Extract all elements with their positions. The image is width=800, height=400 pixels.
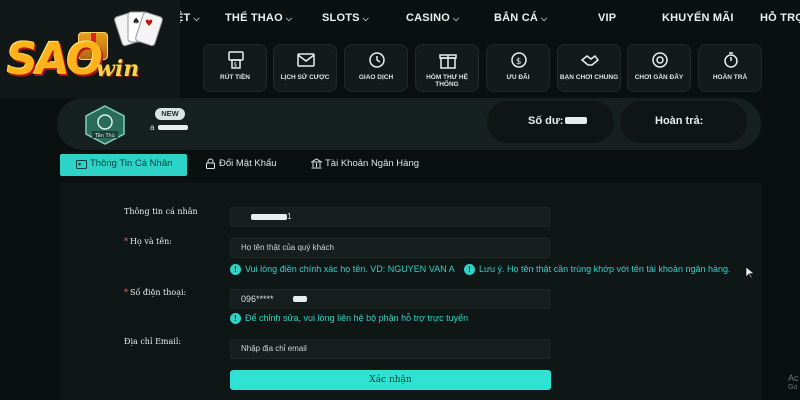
svg-text:♥: ♥	[145, 19, 153, 29]
toolbar-withdraw-button[interactable]: $ RÚT TIỀN	[203, 44, 267, 92]
nav-item-support[interactable]: HỖ TRỢ	[760, 12, 800, 24]
required-marker: *	[124, 288, 128, 297]
phone-value: 096*****	[241, 294, 274, 304]
svg-text:♠: ♠	[132, 17, 140, 27]
nav-label: CASINO	[406, 12, 450, 24]
toolbar-label: ƯU ĐÃI	[506, 74, 530, 81]
mouse-cursor-icon	[746, 267, 754, 279]
tab-change-password[interactable]: Đổi Mật Khẩu	[219, 158, 277, 169]
stopwatch-icon	[724, 52, 738, 68]
chevron-down-icon: ⌵	[193, 14, 200, 23]
toolbar-label: LỊCH SỬ CƯỢC	[280, 74, 330, 81]
redacted-username	[158, 125, 188, 130]
phone-hint: Để chỉnh sửa, vui lòng liên hệ bộ phận h…	[245, 313, 469, 323]
email-label: Địa chỉ Email:	[124, 337, 182, 346]
toolbar-label: HÒM THƯ HỆ THỐNG	[426, 74, 468, 88]
redacted-phone-digits	[293, 296, 307, 302]
toolbar-offers-button[interactable]: $ ƯU ĐÃI	[486, 44, 550, 92]
brand-logo[interactable]: ♠ ♥ SAO win	[0, 0, 180, 98]
toolbar-label: CHƠI GẦN ĐÂY	[634, 74, 684, 81]
username-field-value: 1	[287, 212, 292, 221]
nav-item-sports[interactable]: THỂ THAO ⌵	[225, 12, 292, 24]
redacted-balance	[565, 117, 587, 124]
redacted-username-value	[251, 214, 287, 220]
toolbar-mailbox-button[interactable]: HÒM THƯ HỆ THỐNG	[415, 44, 479, 92]
bet-history-icon	[297, 53, 315, 67]
logo-win-text: win	[96, 56, 140, 82]
corner-text-line-2: Go	[788, 384, 798, 391]
toolbar-label: HOÀN TRẢ	[712, 74, 748, 81]
chip-icon	[652, 52, 668, 68]
username-field: 1	[230, 207, 550, 227]
nav-label: SLOTS	[322, 12, 360, 24]
toolbar-bet-history-button[interactable]: LỊCH SỬ CƯỢC	[273, 44, 337, 92]
svg-text:$: $	[516, 57, 522, 67]
toolbar-transactions-button[interactable]: GIAO DỊCH	[344, 44, 408, 92]
atm-withdraw-icon: $	[228, 51, 244, 69]
user-card-icon	[76, 160, 87, 169]
toolbar-recent-button[interactable]: CHƠI GẦN ĐÂY	[627, 44, 691, 92]
nav-item-casino[interactable]: CASINO ⌵	[406, 12, 459, 24]
phone-label-text: Số điện thoại:	[130, 288, 187, 297]
nav-label: THỂ THAO	[225, 12, 283, 24]
fullname-label-text: Họ và tên:	[130, 237, 172, 246]
fullname-label: * Họ và tên:	[124, 237, 172, 246]
new-badge: NEW	[155, 108, 185, 120]
chevron-down-icon: ⌵	[285, 14, 293, 23]
rank-badge-icon: Tân Thủ	[85, 105, 125, 145]
fullname-hint: Vui lòng điền chính xác họ tên. VD: NGUY…	[245, 264, 455, 274]
svg-text:$: $	[234, 62, 238, 69]
gift-mailbox-icon	[439, 54, 457, 69]
exclamation-icon: !	[230, 264, 241, 275]
transaction-history-icon	[369, 52, 385, 68]
phone-label: * Số điện thoại:	[124, 288, 186, 297]
corner-text-line-1: Ac	[788, 373, 799, 383]
nav-label: HỖ TRỢ	[760, 12, 800, 24]
toolbar-label: GIAO DỊCH	[358, 74, 394, 81]
exclamation-icon: !	[464, 264, 475, 275]
nav-item-slots[interactable]: SLOTS ⌵	[322, 12, 369, 24]
fullname-note: Lưu ý. Họ tên thật cần trùng khớp với tê…	[479, 264, 731, 274]
nav-item-promotions[interactable]: KHUYẾN MÃI	[662, 12, 734, 24]
phone-field: 096*****	[230, 289, 550, 309]
chevron-down-icon: ⌵	[362, 14, 369, 23]
chevron-down-icon: ⌵	[452, 14, 460, 23]
username: a	[150, 123, 155, 132]
submit-button[interactable]: Xác nhận	[230, 370, 551, 390]
dollar-coin-icon: $	[511, 52, 527, 68]
exclamation-icon: !	[230, 313, 241, 324]
toolbar-label: BẠN CHƠI CHUNG	[559, 74, 619, 81]
fullname-input[interactable]: Họ tên thật của quý khách	[230, 238, 550, 258]
tab-bank-account[interactable]: Tài Khoản Ngân Hàng	[325, 158, 419, 169]
lock-icon	[206, 158, 215, 169]
nav-item-fishing[interactable]: BẮN CÁ ⌵	[494, 12, 547, 24]
chevron-down-icon: ⌵	[540, 14, 548, 23]
toolbar-label: RÚT TIỀN	[220, 74, 250, 81]
nav-label: KHUYẾN MÃI	[662, 12, 734, 24]
required-marker: *	[124, 237, 128, 246]
rank-label: Tân Thủ	[94, 132, 115, 139]
toolbar-refund-button[interactable]: HOÀN TRẢ	[698, 44, 762, 92]
email-input[interactable]: Nhập địa chỉ email	[230, 339, 550, 359]
toolbar-friends-button[interactable]: BẠN CHƠI CHUNG	[557, 44, 621, 92]
bank-icon	[311, 158, 322, 169]
refund-label: Hoàn trả:	[655, 115, 704, 127]
nav-label: BẮN CÁ	[494, 12, 538, 24]
personal-info-label: Thông tin cá nhân	[124, 207, 198, 216]
tab-personal-info[interactable]: Thông Tin Cá Nhân	[60, 154, 187, 176]
tab-label: Thông Tin Cá Nhân	[90, 158, 173, 169]
playing-cards-icon: ♠ ♥	[114, 11, 163, 47]
handshake-icon	[580, 54, 600, 66]
nav-label: VIP	[598, 12, 617, 24]
logo-text: SAO	[2, 34, 104, 85]
nav-item-vip[interactable]: VIP	[598, 12, 616, 24]
balance-label: Số dư:	[528, 115, 564, 127]
